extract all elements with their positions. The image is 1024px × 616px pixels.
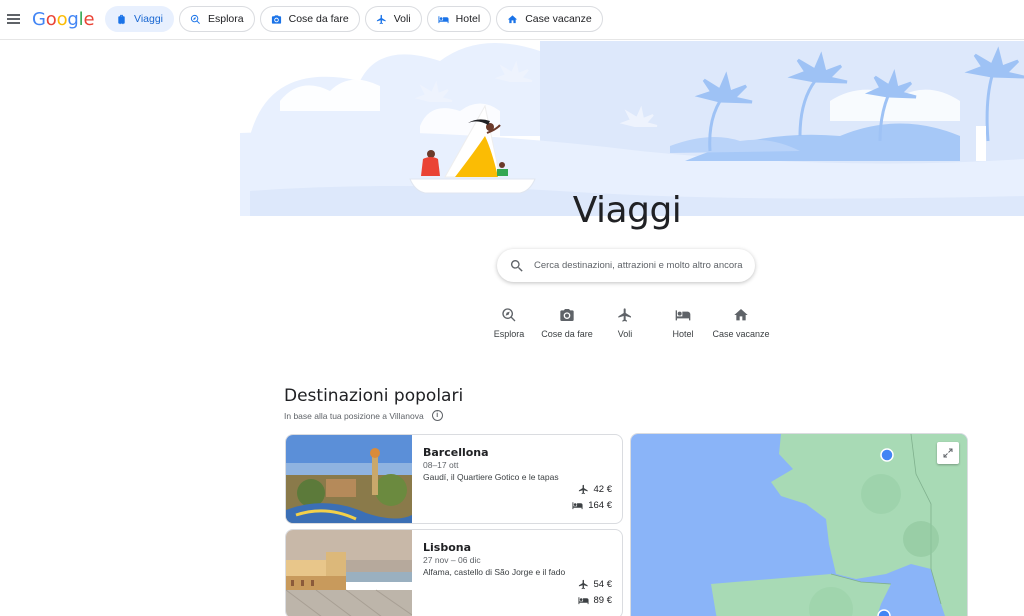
destination-name: Lisbona — [423, 541, 472, 554]
camera-icon — [559, 307, 575, 323]
destinations-map[interactable] — [630, 433, 968, 616]
airplane-icon — [376, 14, 387, 25]
chip-label: Case vacanze — [525, 13, 592, 25]
destination-dates: 08–17 ott — [423, 460, 459, 470]
chip-label: Viaggi — [134, 13, 163, 25]
search-icon — [510, 259, 523, 272]
chip-label: Esplora — [208, 13, 244, 25]
luggage-icon — [116, 14, 127, 25]
search-input[interactable] — [534, 260, 744, 271]
quick-link-label: Case vacanze — [712, 329, 770, 339]
expand-map-button[interactable] — [937, 442, 959, 464]
logo-letter: e — [83, 9, 95, 30]
quick-link-label: Hotel — [672, 329, 694, 339]
bed-icon — [572, 502, 583, 510]
chip-label: Voli — [393, 13, 411, 25]
hotel-price: 89 € — [577, 595, 613, 606]
quick-link-label: Esplora — [493, 329, 525, 339]
search-box[interactable] — [497, 249, 755, 282]
location-note: In base alla tua posizione a Villanova — [284, 410, 424, 421]
chip-esplora[interactable]: Esplora — [179, 6, 255, 32]
destination-card-barcellona[interactable]: Barcellona 08–17 ott Gaudí, il Quartiere… — [285, 434, 623, 524]
bed-icon — [675, 307, 691, 323]
flight-price-value: 42 € — [593, 484, 613, 495]
airplane-icon — [578, 484, 588, 495]
house-icon — [733, 307, 749, 323]
camera-icon — [271, 14, 282, 25]
destination-photo — [286, 530, 412, 616]
section-subtitle: In base alla tua posizione a Villanova i — [284, 410, 443, 421]
logo-letter: G — [32, 9, 46, 30]
expand-icon — [943, 448, 953, 458]
bed-icon — [438, 14, 449, 25]
chip-cose-da-fare[interactable]: Cose da fare — [259, 6, 360, 32]
quick-link-esplora[interactable]: Esplora — [480, 307, 538, 339]
airplane-icon — [617, 307, 633, 323]
logo-letter: o — [45, 9, 57, 30]
quick-link-case-vacanze[interactable]: Case vacanze — [712, 307, 770, 339]
page-title: Viaggi — [572, 190, 682, 231]
hotel-price-value: 89 € — [593, 595, 613, 606]
destination-description: Alfama, castello di São Jorge e il fado — [423, 567, 566, 577]
quick-link-label: Voli — [617, 329, 633, 339]
flight-price: 54 € — [578, 579, 613, 590]
chip-label: Cose da fare — [288, 13, 349, 25]
chip-case-vacanze[interactable]: Case vacanze — [496, 6, 603, 32]
chip-label: Hotel — [455, 13, 481, 25]
destination-dates: 27 nov – 06 dic — [423, 555, 481, 565]
nav-chips: Viaggi Esplora Cose da fare Voli Hotel C… — [105, 6, 603, 32]
explore-icon — [190, 14, 201, 25]
flight-price-value: 54 € — [593, 579, 613, 590]
chip-voli[interactable]: Voli — [364, 6, 422, 32]
house-icon — [507, 14, 518, 25]
logo-letter: g — [67, 9, 79, 30]
destination-card-lisbona[interactable]: Lisbona 27 nov – 06 dic Alfama, castello… — [285, 529, 623, 616]
google-logo[interactable]: Google — [32, 9, 95, 30]
top-bar: Google Viaggi Esplora Cose da fare Voli … — [0, 0, 1024, 40]
hotel-price: 164 € — [572, 500, 612, 511]
quick-link-cose-da-fare[interactable]: Cose da fare — [538, 307, 596, 339]
hotel-price-value: 164 € — [588, 500, 612, 511]
chip-hotel[interactable]: Hotel — [426, 6, 492, 32]
chip-viaggi[interactable]: Viaggi — [105, 6, 174, 32]
quick-link-label: Cose da fare — [541, 329, 593, 339]
destination-name: Barcellona — [423, 446, 489, 459]
logo-letter: o — [56, 9, 68, 30]
section-title: Destinazioni popolari — [284, 386, 464, 406]
main-menu-icon[interactable] — [6, 11, 22, 27]
quick-link-voli[interactable]: Voli — [596, 307, 654, 339]
quick-links: Esplora Cose da fare Voli Hotel Case vac… — [480, 307, 770, 339]
info-icon[interactable]: i — [431, 410, 443, 421]
quick-link-hotel[interactable]: Hotel — [654, 307, 712, 339]
bed-icon — [577, 597, 589, 605]
destination-photo — [286, 435, 412, 523]
destination-description: Gaudí, il Quartiere Gotico e le tapas — [423, 472, 559, 482]
airplane-icon — [578, 579, 588, 590]
flight-price: 42 € — [578, 484, 613, 495]
explore-icon — [501, 307, 517, 323]
